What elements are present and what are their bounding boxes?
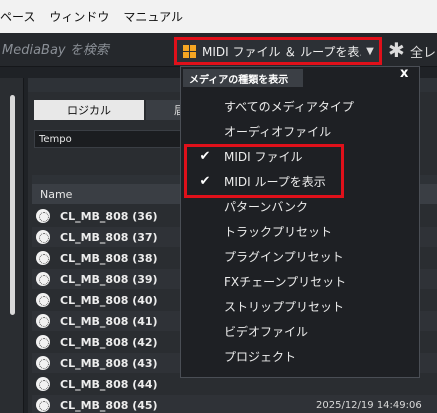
midi-file-icon — [36, 251, 50, 265]
popup-menu-item[interactable]: FXチェーンプリセット — [186, 269, 410, 293]
midi-file-icon — [36, 398, 50, 412]
popup-menu-item[interactable]: ✔ MIDI ループを表示 — [186, 169, 410, 193]
row-name: CL_MB_808 (42) — [60, 335, 158, 349]
tab-attribute[interactable]: 届 — [146, 100, 185, 120]
asterisk-icon[interactable]: ✱ — [388, 38, 405, 62]
media-type-icon — [183, 44, 196, 58]
popup-menu-item[interactable]: パターンバンク — [186, 194, 410, 218]
popup-menu-item-label: オーディオファイル — [224, 124, 332, 139]
mediabay-search-input[interactable] — [0, 37, 168, 63]
midi-file-icon — [36, 377, 50, 391]
midi-file-icon — [36, 209, 50, 223]
popup-menu-item-label: MIDI ファイル — [224, 149, 303, 164]
filter-attribute-dropdown[interactable]: Tempo — [34, 130, 184, 148]
close-icon[interactable]: x — [400, 66, 408, 81]
row-name: CL_MB_808 (41) — [60, 314, 158, 328]
popup-menu-item-label: FXチェーンプリセット — [224, 274, 347, 289]
midi-file-icon — [36, 230, 50, 244]
menu-bar: ペース ウィンドウ マニュアル — [0, 0, 437, 33]
midi-file-icon — [36, 335, 50, 349]
tab-logical[interactable]: ロジカル — [34, 100, 144, 120]
media-type-selector[interactable]: MIDI ファイル ＆ ループを表. ▼ — [174, 37, 382, 65]
menu-item-window[interactable]: ウィンドウ — [42, 8, 116, 25]
midi-file-icon — [36, 356, 50, 370]
check-icon: ✔ — [199, 173, 211, 189]
popup-menu-item-label: MIDI ループを表示 — [224, 174, 326, 189]
check-icon: ✔ — [199, 148, 211, 164]
row-name: CL_MB_808 (36) — [60, 209, 158, 223]
popup-menu-item[interactable]: プロジェクト — [186, 344, 410, 368]
menu-item-workspace[interactable]: ペース — [0, 8, 42, 25]
popup-menu-item-label: パターンバンク — [224, 199, 309, 214]
popup-menu-item-label: プロジェクト — [224, 349, 297, 364]
midi-file-icon — [36, 272, 50, 286]
midi-file-icon — [36, 293, 50, 307]
row-name: CL_MB_808 (37) — [60, 230, 158, 244]
left-scrollbar[interactable] — [10, 95, 15, 315]
popup-menu-item[interactable]: ビデオファイル — [186, 319, 410, 343]
row-name: CL_MB_808 (43) — [60, 356, 158, 370]
popup-menu-item-label: ビデオファイル — [224, 324, 309, 339]
popup-menu-item[interactable]: オーディオファイル — [186, 119, 410, 143]
popup-menu-item[interactable]: ✔ MIDI ファイル — [186, 144, 410, 168]
table-row[interactable]: CL_MB_808 (45) 2025/12/19 14:49:06 — [32, 395, 437, 413]
row-name: CL_MB_808 (40) — [60, 293, 158, 307]
all-filter-label[interactable]: 全レ — [410, 42, 436, 61]
row-name: CL_MB_808 (38) — [60, 251, 158, 265]
row-name: CL_MB_808 (44) — [60, 377, 158, 391]
row-name: CL_MB_808 (45) — [60, 398, 158, 412]
media-type-label: MIDI ファイル ＆ ループを表. — [202, 44, 361, 59]
popup-menu-item-label: すべてのメディアタイプ — [224, 99, 354, 114]
popup-menu-item[interactable]: プラグインプリセット — [186, 244, 410, 268]
row-name: CL_MB_808 (39) — [60, 272, 158, 286]
popup-menu-item[interactable]: すべてのメディアタイプ — [186, 94, 410, 118]
popup-menu-item-label: プラグインプリセット — [224, 249, 344, 264]
row-date: 2025/12/19 14:49:06 — [316, 399, 422, 411]
popup-menu-item[interactable]: トラックプリセット — [186, 219, 410, 243]
popup-title: メディアの種類を表示 — [183, 69, 303, 87]
popup-menu-item-label: トラックプリセット — [224, 224, 333, 239]
menu-item-manual[interactable]: マニュアル — [116, 8, 190, 25]
popup-menu-item[interactable]: ストリッププリセット — [186, 294, 410, 318]
popup-menu-item-label: ストリッププリセット — [224, 299, 345, 314]
chevron-down-icon: ▼ — [366, 45, 374, 57]
midi-file-icon — [36, 314, 50, 328]
